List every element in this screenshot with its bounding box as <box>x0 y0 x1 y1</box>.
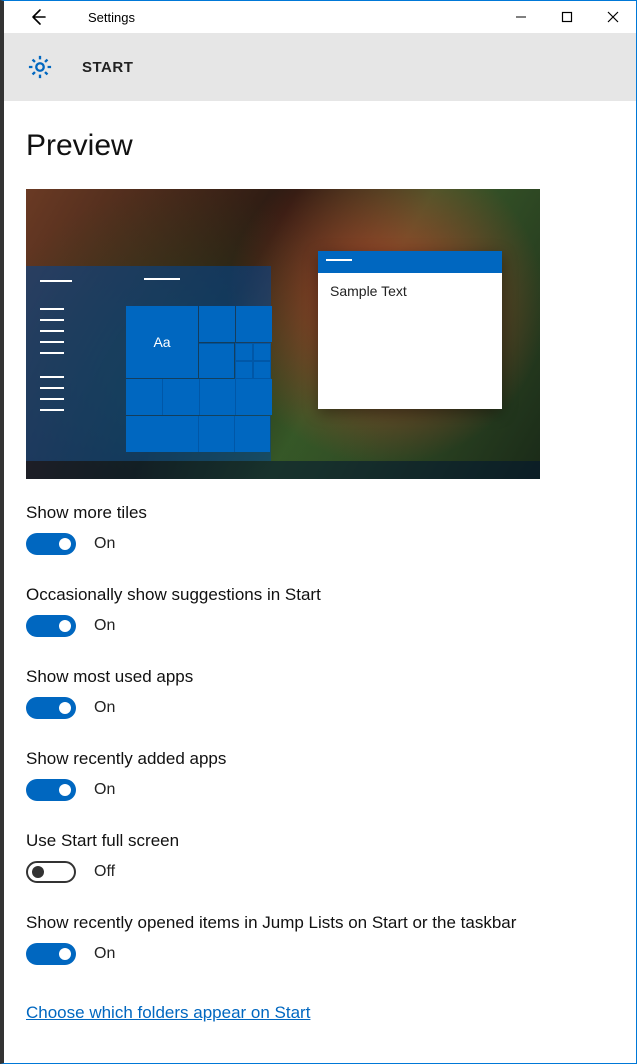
toggle-state-text: On <box>94 535 115 553</box>
toggle-switch[interactable] <box>26 533 76 555</box>
setting-label: Show most used apps <box>26 667 614 687</box>
preview-window-body: Sample Text <box>318 273 502 309</box>
window-controls <box>498 1 636 33</box>
toggle-state-text: Off <box>94 863 115 881</box>
setting-row: Show recently added apps On <box>26 749 614 801</box>
toggle-switch[interactable] <box>26 861 76 883</box>
close-button[interactable] <box>590 1 636 33</box>
maximize-button[interactable] <box>544 1 590 33</box>
toggle-switch[interactable] <box>26 943 76 965</box>
setting-row: Occasionally show suggestions in Start On <box>26 585 614 637</box>
preview-window: Sample Text <box>318 251 502 409</box>
setting-row: Show recently opened items in Jump Lists… <box>26 913 614 965</box>
setting-row: Use Start full screen Off <box>26 831 614 883</box>
setting-label: Show more tiles <box>26 503 614 523</box>
preview-start-tiles: Aa <box>126 278 266 294</box>
setting-label: Show recently opened items in Jump Lists… <box>26 913 614 933</box>
toggle-switch[interactable] <box>26 615 76 637</box>
toggle-switch[interactable] <box>26 697 76 719</box>
preview-start-menu: Aa <box>26 266 271 461</box>
content-area: Preview Aa Sample Tex <box>4 101 636 1043</box>
toggle-state-text: On <box>94 781 115 799</box>
back-icon[interactable] <box>28 7 48 27</box>
setting-label: Use Start full screen <box>26 831 614 851</box>
setting-label: Occasionally show suggestions in Start <box>26 585 614 605</box>
page-heading: Preview <box>26 129 614 163</box>
toggle-state-text: On <box>94 945 115 963</box>
start-preview-thumbnail: Aa Sample Text <box>26 189 540 479</box>
setting-row: Show most used apps On <box>26 667 614 719</box>
preview-taskbar <box>26 461 540 479</box>
setting-label: Show recently added apps <box>26 749 614 769</box>
preview-tile-aa: Aa <box>126 306 198 378</box>
preview-start-list <box>40 280 96 445</box>
choose-folders-link[interactable]: Choose which folders appear on Start <box>26 1003 310 1023</box>
gear-icon <box>26 53 54 81</box>
minimize-button[interactable] <box>498 1 544 33</box>
window-title: Settings <box>88 10 135 25</box>
page-header: START <box>4 33 636 101</box>
toggle-state-text: On <box>94 617 115 635</box>
toggle-state-text: On <box>94 699 115 717</box>
preview-window-titlebar <box>318 251 502 273</box>
setting-row: Show more tiles On <box>26 503 614 555</box>
toggle-switch[interactable] <box>26 779 76 801</box>
window-titlebar: Settings <box>4 1 636 33</box>
header-title: START <box>82 59 133 76</box>
